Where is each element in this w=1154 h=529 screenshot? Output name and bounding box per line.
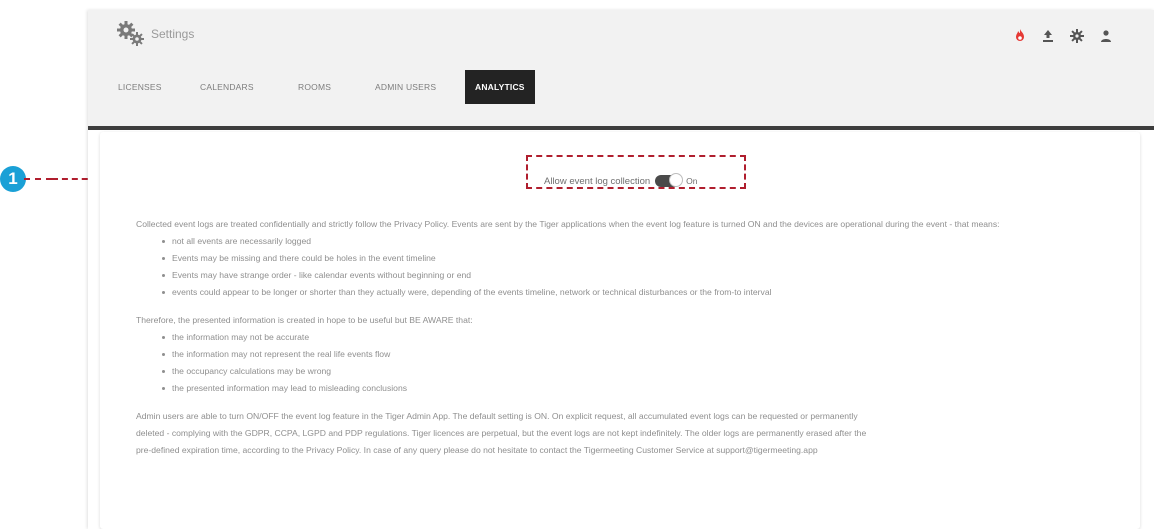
- callout-number-badge: 1: [0, 166, 26, 192]
- tab-analytics[interactable]: ANALYTICS: [465, 70, 535, 104]
- analytics-panel: Allow event log collection On Collected …: [100, 132, 1140, 529]
- header-divider: [88, 126, 1154, 130]
- settings-window: Settings LICENSES CALENDARS ROOMS ADMIN …: [88, 10, 1154, 529]
- fire-icon[interactable]: [1012, 28, 1028, 44]
- intro-paragraph: Collected event logs are treated confide…: [136, 219, 1000, 229]
- list-item: not all events are necessarily logged: [162, 233, 1126, 250]
- tab-calendars[interactable]: CALENDARS: [200, 70, 254, 104]
- callout-highlight-box: [526, 155, 746, 189]
- user-icon[interactable]: [1098, 28, 1114, 44]
- list-item: the presented information may lead to mi…: [162, 380, 1126, 397]
- upload-icon[interactable]: [1040, 28, 1056, 44]
- list-item: the occupancy calculations may be wrong: [162, 363, 1126, 380]
- settings-icon[interactable]: [1069, 28, 1085, 44]
- tab-admin-users[interactable]: ADMIN USERS: [375, 70, 436, 104]
- list-item: the information may not be accurate: [162, 329, 1126, 346]
- settings-header: Settings LICENSES CALENDARS ROOMS ADMIN …: [88, 10, 1154, 126]
- footer-line-1: Admin users are able to turn ON/OFF the …: [136, 411, 858, 421]
- footer-line-3: pre-defined expiration time, according t…: [136, 445, 818, 455]
- list-item: Events may have strange order - like cal…: [162, 267, 1126, 284]
- warning-paragraph: Therefore, the presented information is …: [136, 315, 473, 325]
- warnings-list: the information may not be accurate the …: [136, 329, 1126, 397]
- page-title: Settings: [151, 27, 195, 41]
- gear-icon: [117, 21, 144, 46]
- footer-line-2: deleted - complying with the GDPR, CCPA,…: [136, 428, 867, 438]
- tab-rooms[interactable]: ROOMS: [298, 70, 331, 104]
- list-item: the information may not represent the re…: [162, 346, 1126, 363]
- list-item: Events may be missing and there could be…: [162, 250, 1126, 267]
- callout-connector-line: [24, 178, 52, 180]
- tab-licenses[interactable]: LICENSES: [118, 70, 162, 104]
- list-item: events could appear to be longer or shor…: [162, 284, 1126, 301]
- analytics-disclaimer: Collected event logs are treated confide…: [136, 216, 1126, 459]
- limitations-list: not all events are necessarily logged Ev…: [136, 233, 1126, 301]
